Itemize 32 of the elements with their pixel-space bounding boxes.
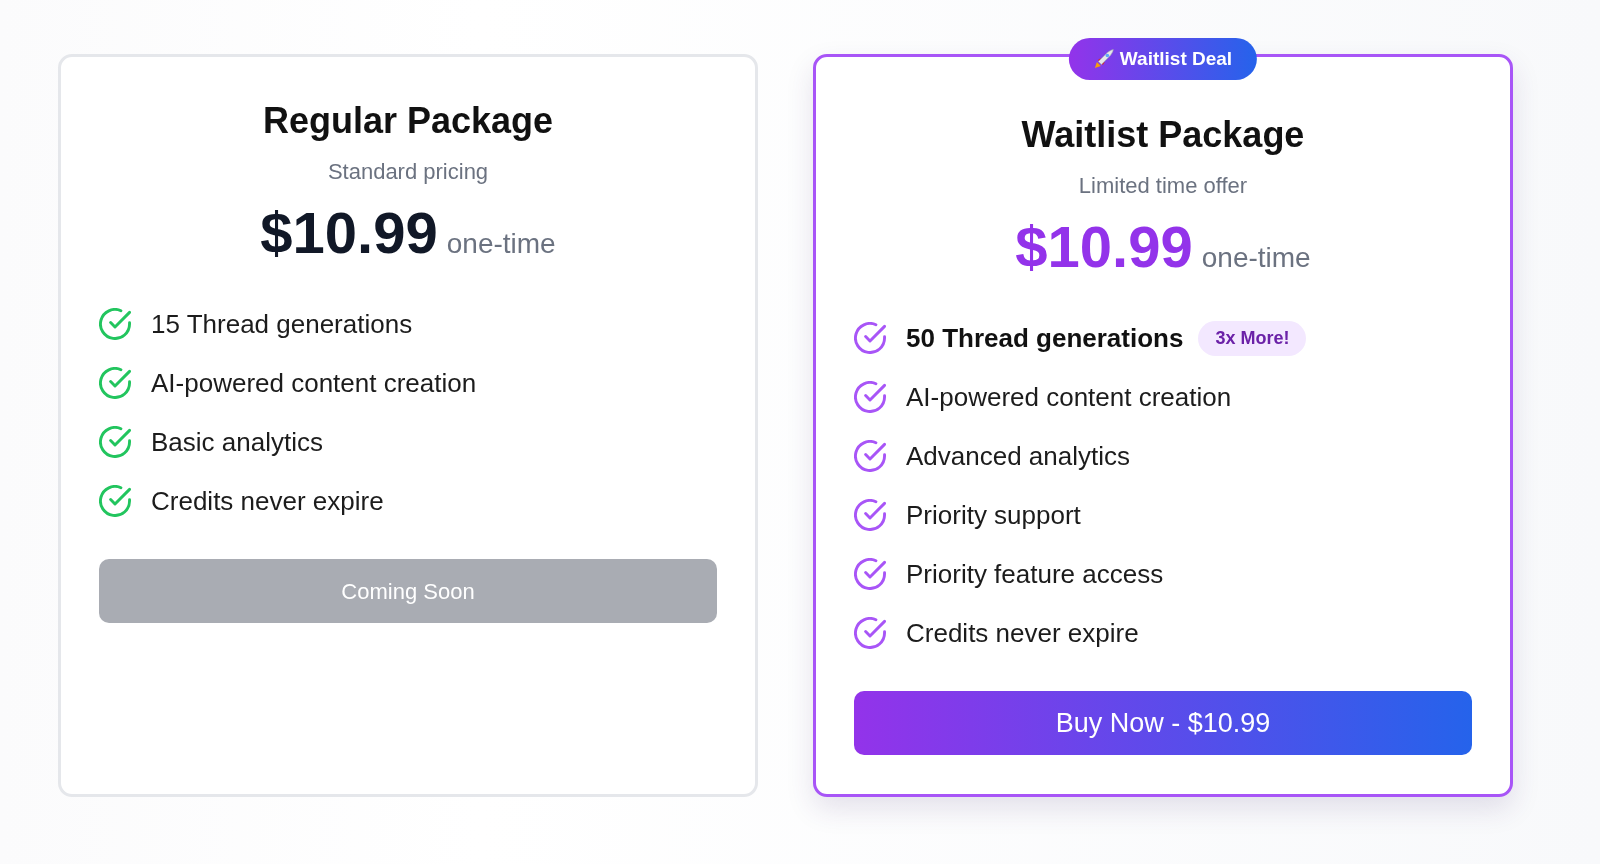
check-circle-icon	[99, 426, 131, 458]
feature-text: AI-powered content creation	[906, 381, 1232, 414]
price-term: one-time	[1201, 241, 1311, 275]
buy-now-button[interactable]: Buy Now - $10.99	[854, 691, 1472, 755]
check-circle-icon	[99, 367, 131, 399]
check-circle-icon	[99, 485, 131, 517]
bonus-tag: 3x More!	[1198, 320, 1307, 356]
feature-text: 15 Thread generations	[151, 308, 413, 341]
rocket-icon	[1093, 49, 1114, 69]
plan-title: Regular Package	[261, 99, 555, 142]
feature-text: Basic analytics	[151, 426, 323, 459]
feature-text: AI-powered content creation	[151, 367, 477, 400]
price-amount: $10.99	[260, 199, 438, 266]
feature-text: Priority feature access	[906, 558, 1164, 591]
plan-title: Waitlist Package	[1020, 113, 1306, 156]
price-amount: $10.99	[1015, 213, 1193, 280]
check-circle-icon	[854, 440, 886, 472]
check-circle-icon	[854, 499, 886, 531]
feature-text: Advanced analytics	[906, 440, 1131, 473]
check-circle-icon	[854, 617, 886, 649]
check-circle-icon	[854, 558, 886, 590]
feature-text: 50 Thread generations	[906, 322, 1184, 355]
feature-text: Priority support	[906, 499, 1081, 532]
price-term: one-time	[446, 227, 556, 261]
plan-subtitle: Limited time offer	[1077, 172, 1249, 200]
feature-text: Credits never expire	[906, 617, 1139, 650]
check-circle-icon	[854, 381, 886, 413]
plan-subtitle: Standard pricing	[326, 158, 490, 186]
ribbon-text: Waitlist Deal	[1119, 46, 1233, 71]
feature-text: Credits never expire	[151, 485, 384, 518]
check-circle-icon	[99, 308, 131, 340]
check-circle-icon	[854, 322, 886, 354]
